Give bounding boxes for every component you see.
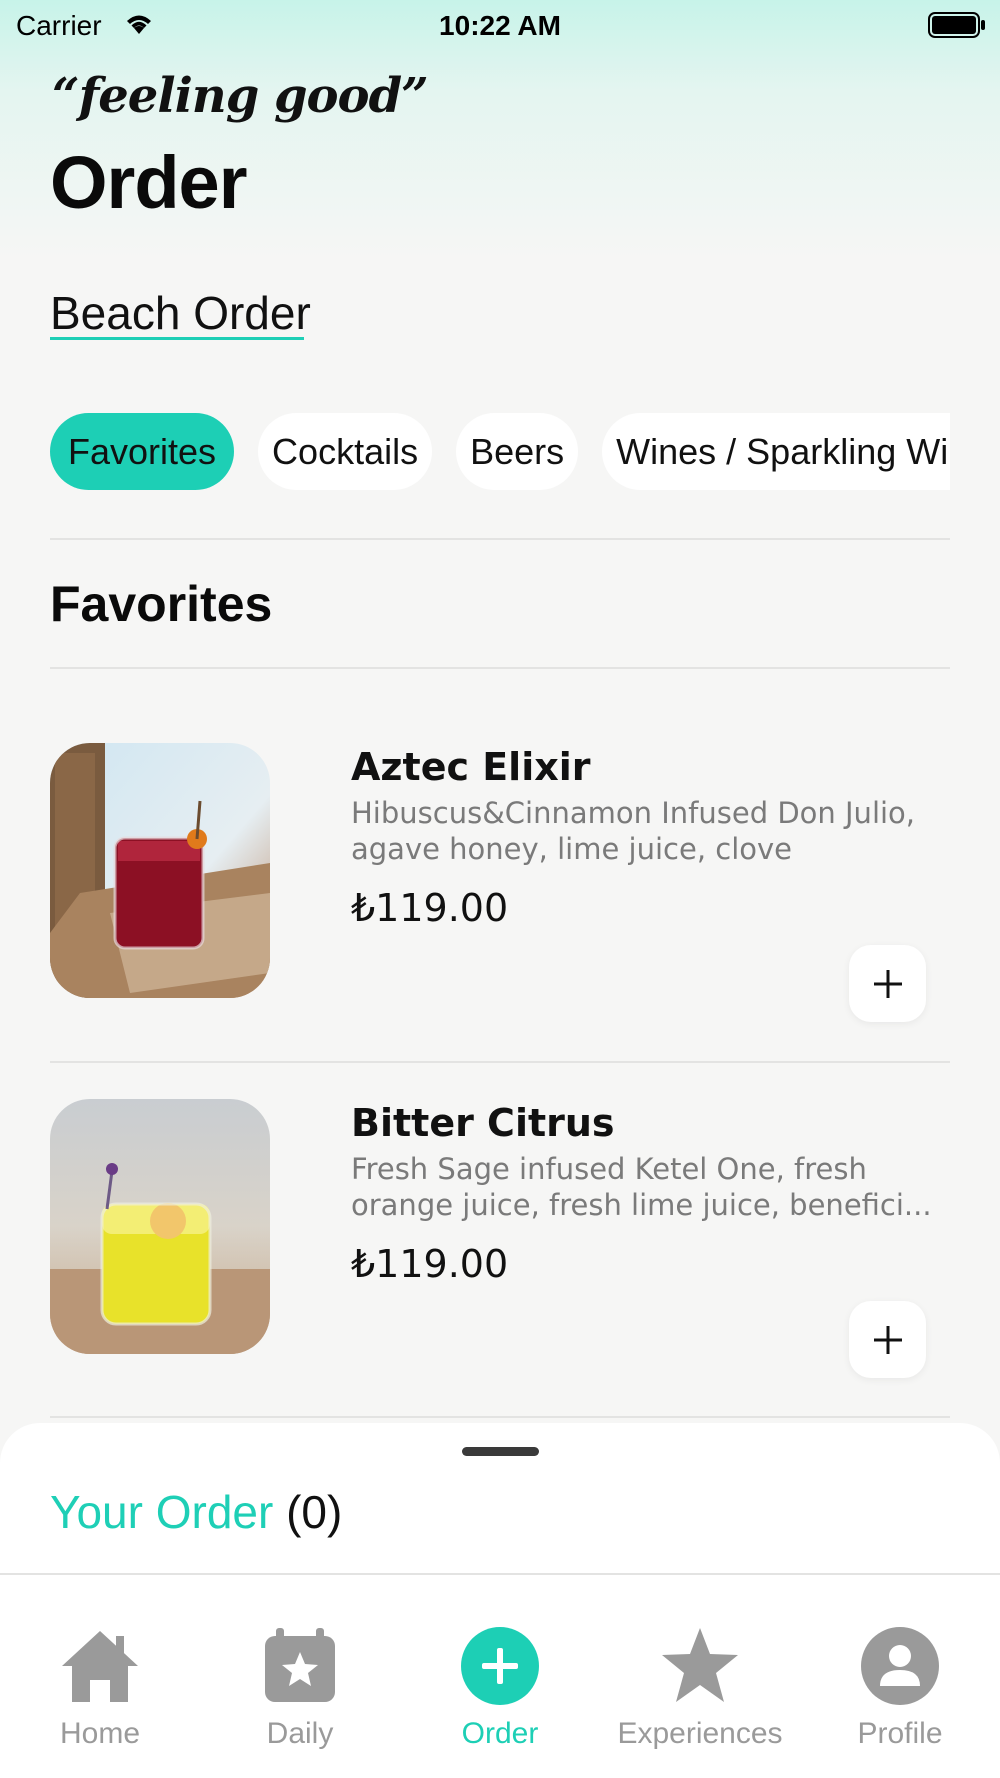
category-chips: Favorites Cocktails Beers Wines / Sparkl… — [50, 413, 950, 493]
tab-order[interactable]: Order — [400, 1601, 600, 1778]
plus-icon — [873, 969, 902, 998]
tab-label: Daily — [266, 1717, 334, 1750]
tab-bar: Home Daily Order Experiences Profile — [0, 1601, 1000, 1778]
brand-logo: “feeling good” — [52, 68, 429, 124]
order-count: (0) — [286, 1486, 343, 1538]
product-price: ₺119.00 — [351, 1242, 509, 1286]
order-sheet[interactable]: Your Order (0) — [0, 1423, 1000, 1623]
sheet-drag-handle[interactable] — [462, 1447, 539, 1456]
home-icon — [62, 1631, 138, 1702]
chip-wines[interactable]: Wines / Sparkling Wines — [602, 413, 950, 490]
plus-circle-icon — [461, 1627, 539, 1705]
add-to-order-button[interactable] — [849, 1301, 926, 1378]
tab-label: Home — [59, 1717, 141, 1750]
order-sheet-title: Your Order (0) — [50, 1485, 342, 1539]
tab-profile[interactable]: Profile — [800, 1601, 1000, 1778]
product-name: Aztec Elixir — [351, 745, 591, 789]
order-name-underline — [50, 337, 304, 340]
product-description: Hibuscus&Cinnamon Infused Don Julio, aga… — [351, 796, 916, 866]
status-bar: Carrier 10:22 AM — [0, 0, 1000, 50]
product-image — [50, 743, 270, 998]
calendar-star-icon — [265, 1628, 335, 1702]
order-name-field[interactable]: Beach Order — [50, 286, 311, 340]
product-name: Bitter Citrus — [351, 1101, 615, 1145]
divider — [50, 1061, 950, 1063]
page-title: Order — [50, 141, 248, 224]
star-icon — [662, 1628, 738, 1702]
divider — [50, 1416, 950, 1418]
user-icon — [861, 1627, 939, 1705]
plus-icon — [873, 1325, 902, 1354]
tab-home[interactable]: Home — [0, 1601, 200, 1778]
section-title: Favorites — [50, 576, 273, 632]
chip-beers[interactable]: Beers — [456, 413, 579, 490]
divider — [0, 1573, 1000, 1575]
product-description: Fresh Sage infused Ketel One, fresh oran… — [351, 1152, 932, 1222]
product-card[interactable]: Bitter Citrus Fresh Sage infused Ketel O… — [50, 1099, 950, 1378]
tab-label: Order — [461, 1717, 539, 1750]
chip-cocktails[interactable]: Cocktails — [258, 413, 433, 490]
battery-icon — [928, 12, 985, 38]
tab-label: Experiences — [617, 1717, 783, 1750]
product-price: ₺119.00 — [351, 886, 509, 930]
tab-experiences[interactable]: Experiences — [600, 1601, 800, 1778]
product-card[interactable]: Aztec Elixir Hibuscus&Cinnamon Infused D… — [50, 743, 950, 1022]
divider — [50, 538, 950, 540]
divider — [50, 667, 950, 669]
chip-favorites[interactable]: Favorites — [50, 413, 235, 490]
product-image — [50, 1099, 270, 1354]
tab-daily[interactable]: Daily — [200, 1601, 400, 1778]
add-to-order-button[interactable] — [849, 945, 926, 1022]
tab-label: Profile — [857, 1717, 943, 1750]
order-sheet-label: Your Order — [50, 1486, 274, 1538]
clock: 10:22 AM — [439, 10, 561, 41]
